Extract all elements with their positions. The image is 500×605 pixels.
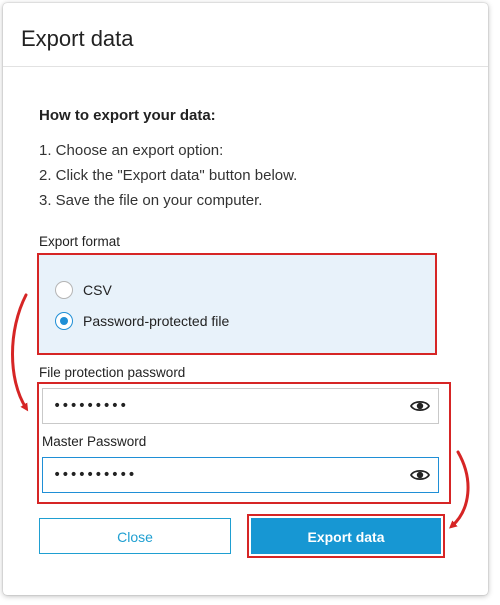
file-password-field — [42, 388, 439, 424]
password-fields-group: Master Password — [37, 382, 451, 504]
eye-icon[interactable] — [410, 397, 430, 415]
master-password-input[interactable] — [43, 458, 403, 492]
radio-checked-icon[interactable] — [55, 312, 73, 330]
export-dialog: Export data How to export your data: 1. … — [3, 3, 488, 595]
instructions-list: 1. Choose an export option: 2. Click the… — [39, 141, 297, 216]
radio-label-password-protected: Password-protected file — [83, 313, 230, 329]
master-password-label: Master Password — [42, 434, 147, 449]
instruction-step: 3. Save the file on your computer. — [39, 192, 263, 209]
close-button[interactable]: Close — [39, 518, 231, 554]
instructions-heading: How to export your data: — [39, 107, 216, 124]
radio-option-csv[interactable]: CSV — [55, 281, 112, 299]
radio-option-password-protected[interactable]: Password-protected file — [55, 312, 229, 330]
dialog-title: Export data — [21, 26, 134, 51]
radio-label-csv: CSV — [83, 282, 112, 298]
export-format-label: Export format — [39, 234, 121, 249]
file-password-input[interactable] — [43, 389, 403, 423]
export-data-button[interactable]: Export data — [247, 514, 445, 558]
dialog-header: Export data — [3, 3, 488, 67]
file-password-label: File protection password — [39, 365, 186, 380]
eye-icon[interactable] — [410, 466, 430, 484]
instruction-step: 2. Click the "Export data" button below. — [39, 167, 298, 184]
instruction-step: 1. Choose an export option: — [39, 142, 224, 159]
radio-icon[interactable] — [55, 281, 73, 299]
master-password-field — [42, 457, 439, 493]
export-format-group: CSV Password-protected file — [37, 253, 437, 355]
